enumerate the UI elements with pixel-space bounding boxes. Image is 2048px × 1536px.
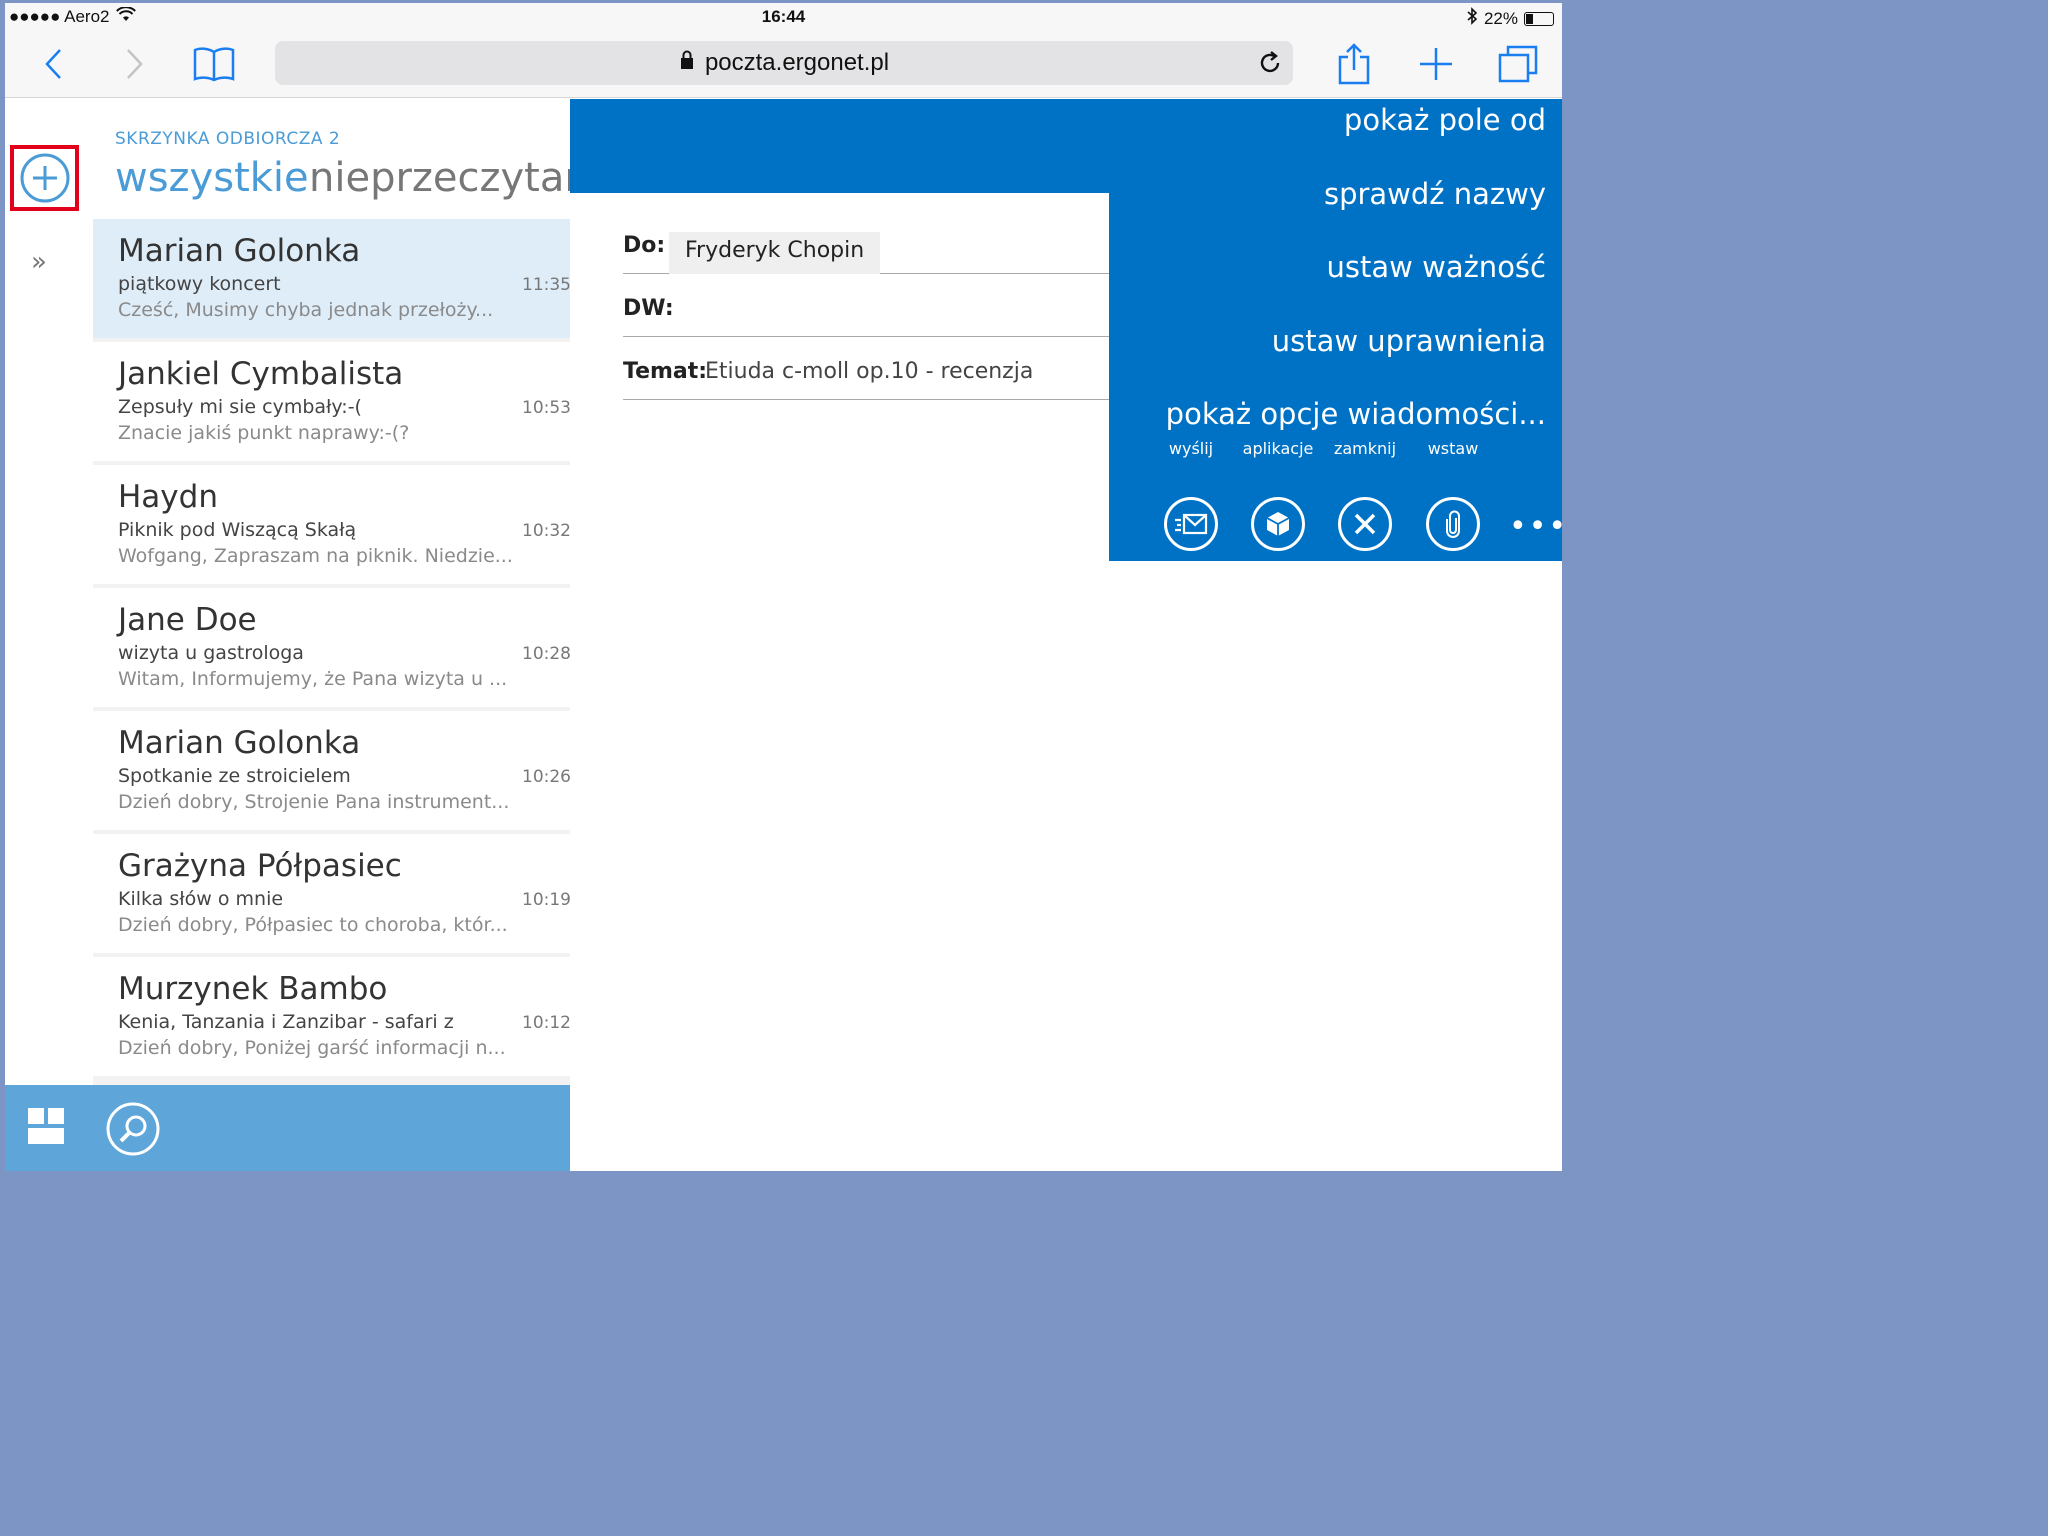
mail-preview: Cześć, Musimy chyba jednak przełoży...	[118, 299, 494, 321]
app-frame: ●●●●● Aero2 16:44 22% poczta.ergonet.pl …	[5, 3, 1562, 1171]
mail-time: 11:35	[522, 275, 571, 295]
list-item[interactable]: Grażyna Półpasiec Kilka słów o mnie 10:1…	[93, 834, 575, 953]
send-label: wyślij	[1168, 439, 1214, 458]
apps-button[interactable]	[1251, 497, 1305, 551]
mail-subject: Piknik pod Wiszącą Skałą	[118, 519, 357, 541]
list-item[interactable]: Murzynek Bambo Kenia, Tanzania i Zanziba…	[93, 957, 575, 1076]
new-message-button[interactable]	[10, 145, 79, 211]
menu-item-set-permissions[interactable]: ustaw uprawnienia	[1272, 324, 1546, 358]
to-label: Do:	[623, 233, 666, 258]
to-field[interactable]: Do: Fryderyk Chopin	[623, 211, 1111, 274]
cc-field[interactable]: DW:	[623, 274, 1111, 337]
cc-label: DW:	[623, 296, 674, 321]
url-bar[interactable]: poczta.ergonet.pl	[275, 41, 1293, 85]
list-item[interactable]: Jane Doe wizyta u gastrologa 10:28 Witam…	[93, 588, 575, 707]
menu-item-show-from[interactable]: pokaż pole od	[1344, 103, 1546, 137]
sender-name: Jankiel Cymbalista	[118, 356, 404, 392]
list-item[interactable]: Marian Golonka piątkowy koncert 11:35 Cz…	[93, 219, 575, 338]
plus-circle-icon	[20, 153, 69, 203]
menu-item-check-names[interactable]: sprawdź nazwy	[1324, 177, 1546, 211]
sender-name: Haydn	[118, 479, 218, 515]
menu-item-message-options[interactable]: pokaż opcje wiadomości...	[1166, 397, 1546, 431]
clock: 16:44	[761, 7, 806, 26]
mail-subject: Spotkanie ze stroicielem	[118, 765, 351, 787]
subject-value: Etiuda c-moll op.10 - recenzja	[705, 359, 1034, 384]
mail-time: 10:12	[522, 1013, 571, 1033]
expand-folders-icon[interactable]: »	[31, 247, 47, 277]
send-button[interactable]	[1164, 497, 1218, 551]
forward-icon[interactable]	[111, 41, 157, 87]
folder-title: SKRZYNKA ODBIORCZA 2	[115, 129, 341, 149]
bookmarks-icon[interactable]	[191, 41, 237, 87]
cube-icon	[1266, 512, 1290, 536]
mail-subject: Kenia, Tanzania i Zanzibar - safari z	[118, 1011, 454, 1033]
apps-label: aplikacje	[1242, 439, 1314, 458]
battery-icon	[1524, 11, 1554, 26]
subject-field[interactable]: Temat: Etiuda c-moll op.10 - recenzja	[623, 337, 1111, 400]
tabs-icon[interactable]	[1495, 41, 1541, 87]
mail-time: 10:53	[522, 398, 571, 418]
mail-list: Marian Golonka piątkowy koncert 11:35 Cz…	[93, 219, 575, 1089]
mail-subject: Kilka słów o mnie	[118, 888, 284, 910]
list-item[interactable]: Haydn Piknik pod Wiszącą Skałą 10:32 Wof…	[93, 465, 575, 584]
back-icon[interactable]	[31, 41, 77, 87]
mail-preview: Wofgang, Zapraszam na piknik. Niedzie...	[118, 545, 513, 567]
reload-icon[interactable]	[1257, 50, 1283, 83]
more-options-menu: pokaż pole od sprawdź nazwy ustaw ważnoś…	[1109, 99, 1562, 561]
mail-preview: Znacie jakiś punkt naprawy:-(?	[118, 422, 410, 444]
close-label: zamknij	[1333, 439, 1397, 458]
mail-list-header: SKRZYNKA ODBIORCZA 2 wszystkie nieprzecz…	[115, 99, 575, 217]
new-tab-icon[interactable]	[1413, 41, 1459, 87]
share-icon[interactable]	[1331, 41, 1377, 87]
sender-name: Marian Golonka	[118, 233, 361, 269]
lock-icon	[679, 49, 695, 77]
filter-all-tab[interactable]: wszystkie	[115, 155, 309, 201]
mail-subject: piątkowy koncert	[118, 273, 281, 295]
url-text: poczta.ergonet.pl	[704, 49, 890, 76]
insert-button[interactable]	[1426, 497, 1480, 551]
menu-item-set-importance[interactable]: ustaw ważność	[1327, 250, 1546, 284]
recipient-chip[interactable]: Fryderyk Chopin	[669, 232, 881, 274]
mail-subject: wizyta u gastrologa	[118, 642, 304, 664]
bluetooth-icon	[1466, 7, 1478, 30]
close-button[interactable]	[1338, 497, 1392, 551]
status-bar: ●●●●● Aero2 16:44 22%	[5, 3, 1562, 31]
browser-toolbar: poczta.ergonet.pl	[5, 31, 1562, 98]
mail-time: 10:28	[522, 644, 571, 664]
left-rail: »	[5, 99, 93, 1089]
mail-preview: Witam, Informujemy, że Pana wizyta u ...	[118, 668, 508, 690]
list-item[interactable]: Marian Golonka Spotkanie ze stroicielem …	[93, 711, 575, 830]
paperclip-icon	[1446, 510, 1460, 538]
sender-name: Murzynek Bambo	[118, 971, 388, 1007]
mail-time: 10:19	[522, 890, 571, 910]
mail-time: 10:32	[522, 521, 571, 541]
subject-label: Temat:	[623, 359, 708, 384]
app-switcher-icon[interactable]	[27, 1107, 65, 1149]
sender-name: Marian Golonka	[118, 725, 361, 761]
search-icon[interactable]	[105, 1101, 161, 1161]
close-icon	[1354, 513, 1376, 535]
filter-unread-tab[interactable]: nieprzeczytane	[309, 155, 575, 201]
bottom-bar	[5, 1085, 570, 1171]
battery-percent: 22%	[1483, 8, 1518, 28]
mail-preview: Dzień dobry, Poniżej garść informacji n.…	[118, 1037, 506, 1059]
mail-preview: Dzień dobry, Strojenie Pana instrument..…	[118, 791, 510, 813]
send-mail-icon	[1175, 513, 1208, 535]
sender-name: Grażyna Półpasiec	[118, 848, 402, 884]
mail-time: 10:26	[522, 767, 571, 787]
sender-name: Jane Doe	[118, 602, 257, 638]
mail-subject: Zepsuły mi sie cymbały:-(	[118, 396, 362, 418]
list-item[interactable]: Jankiel Cymbalista Zepsuły mi sie cymbał…	[93, 342, 575, 461]
more-actions-button[interactable]: •••	[1509, 509, 1562, 544]
insert-label: wstaw	[1427, 439, 1479, 458]
mail-preview: Dzień dobry, Półpasiec to choroba, któr.…	[118, 914, 508, 936]
